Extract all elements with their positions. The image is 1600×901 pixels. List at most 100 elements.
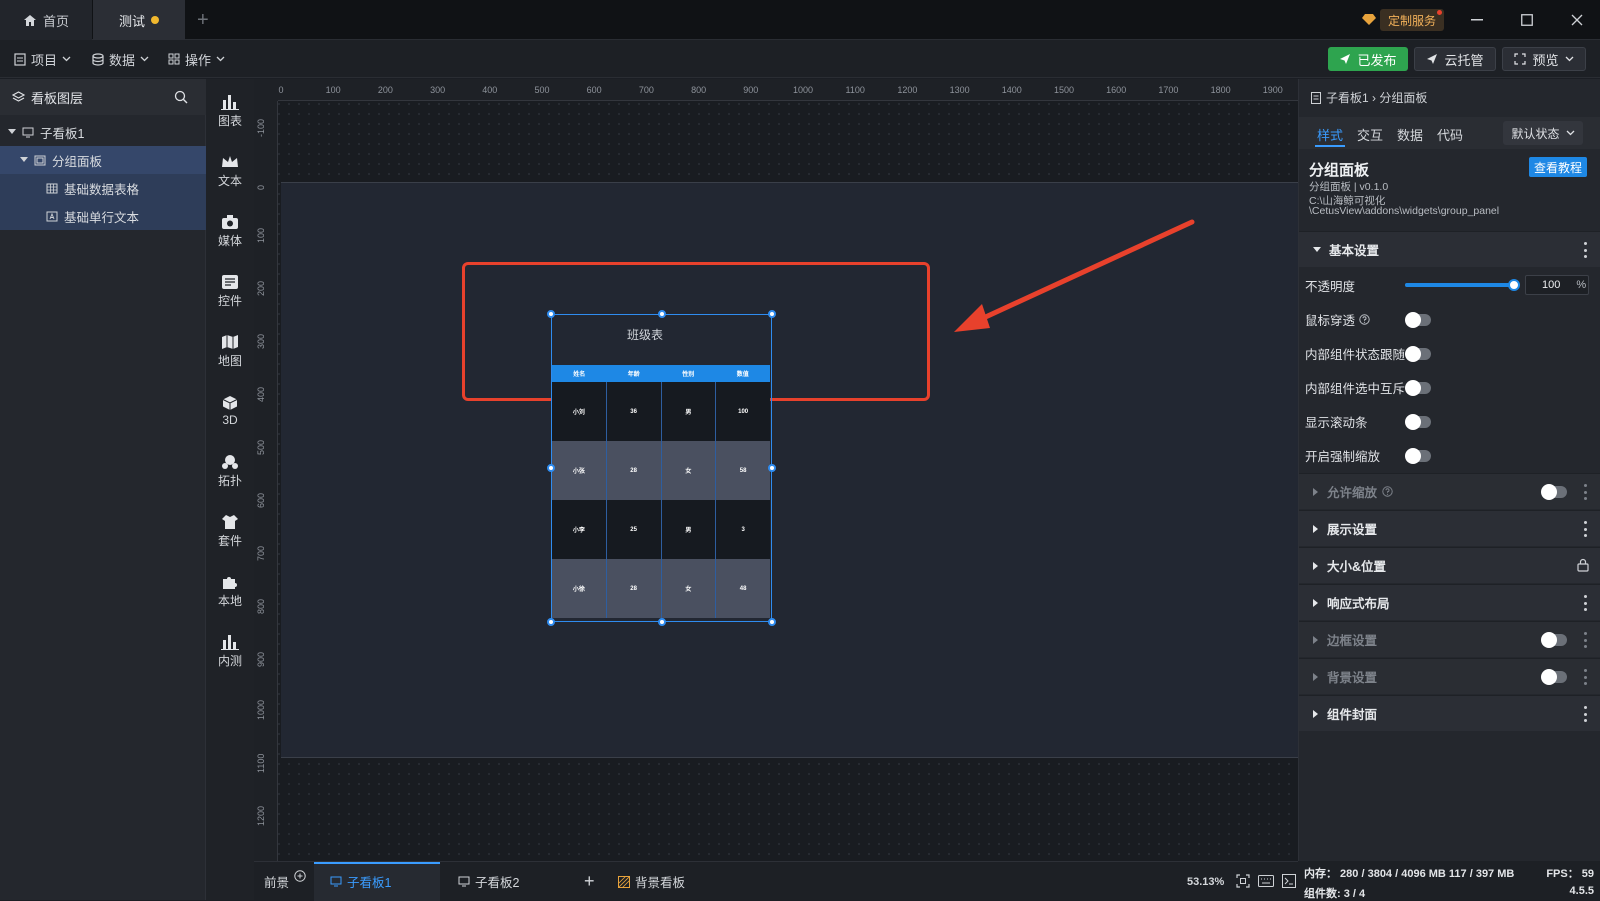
help-icon[interactable] — [1359, 313, 1370, 325]
component-map[interactable]: 地图 — [206, 323, 254, 379]
more-icon[interactable] — [1583, 242, 1587, 258]
component-3d[interactable]: 3D — [206, 383, 254, 439]
layer-item-text[interactable]: 基础单行文本 — [0, 202, 206, 230]
section-size-position[interactable]: 大小&位置 — [1299, 547, 1600, 583]
search-icon[interactable] — [174, 90, 188, 104]
resize-handle-nw[interactable] — [547, 310, 555, 318]
component-text[interactable]: 文本 — [206, 143, 254, 199]
table-cell: 3 — [741, 526, 745, 533]
resize-handle-se[interactable] — [768, 618, 776, 626]
state-select[interactable]: 默认状态 — [1503, 121, 1583, 145]
layer-item-board1[interactable]: 子看板1 — [0, 118, 206, 146]
table-cell: 男 — [662, 382, 717, 441]
tab-test[interactable]: 测试 — [93, 0, 185, 40]
chevron-down-icon — [140, 56, 149, 62]
tab-data[interactable]: 数据 — [1397, 125, 1423, 144]
close-button[interactable] — [1552, 0, 1600, 40]
more-icon[interactable] — [1583, 669, 1587, 685]
keyboard-icon[interactable] — [1258, 875, 1274, 887]
help-icon[interactable] — [1382, 486, 1393, 497]
minimize-button[interactable] — [1452, 0, 1502, 40]
section-basic[interactable]: 基本设置 — [1299, 231, 1600, 267]
maximize-button[interactable] — [1502, 0, 1552, 40]
more-icon[interactable] — [1583, 521, 1587, 537]
component-topology[interactable]: 拓扑 — [206, 443, 254, 499]
menu-project[interactable]: 项目 — [14, 40, 71, 78]
shirt-icon — [221, 514, 239, 530]
cloud-hosting-button[interactable]: 云托管 — [1414, 47, 1496, 71]
terminal-icon[interactable] — [1282, 874, 1296, 888]
more-icon[interactable] — [1583, 595, 1587, 611]
section-display[interactable]: 展示设置 — [1299, 510, 1600, 546]
resize-handle-s[interactable] — [658, 618, 666, 626]
chevron-down-icon — [1566, 130, 1575, 136]
group-panel-widget[interactable]: 班级表 姓名 年龄 性别 数值 小刘 36 男 100 小张 28 女 58 小… — [551, 314, 772, 622]
tab-board1[interactable]: 子看板1 — [330, 862, 391, 901]
ruler-tick-label: 1700 — [1158, 85, 1179, 95]
section-border[interactable]: 边框设置 — [1299, 621, 1600, 657]
menu-data[interactable]: 数据 — [92, 40, 149, 78]
add-circle-icon[interactable] — [294, 870, 306, 882]
component-suite[interactable]: 套件 — [206, 503, 254, 559]
select-exclusive-toggle[interactable] — [1405, 380, 1431, 396]
cloud-hosting-label: 云托管 — [1444, 52, 1484, 68]
resize-handle-e[interactable] — [768, 464, 776, 472]
component-beta[interactable]: 内测 — [206, 623, 254, 679]
preview-label: 预览 — [1532, 52, 1559, 68]
section-background[interactable]: 背景设置 — [1299, 658, 1600, 694]
component-local[interactable]: 本地 — [206, 563, 254, 619]
tab-home[interactable]: 首页 — [0, 0, 92, 40]
section-cover[interactable]: 组件封面 — [1299, 695, 1600, 731]
scrollbar-toggle[interactable] — [1405, 414, 1431, 430]
resize-handle-w[interactable] — [547, 464, 555, 472]
layer-item-table[interactable]: 基础数据表格 — [0, 174, 206, 202]
layer-item-group-panel[interactable]: 分组面板 — [0, 146, 206, 174]
opacity-input[interactable]: 100 % — [1525, 275, 1589, 295]
force-scale-toggle[interactable] — [1405, 448, 1431, 464]
caret-down-icon[interactable] — [20, 157, 28, 163]
section-responsive[interactable]: 响应式布局 — [1299, 584, 1600, 620]
resize-handle-sw[interactable] — [547, 618, 555, 626]
new-tab-button[interactable]: + — [197, 10, 209, 30]
opacity-slider[interactable] — [1405, 283, 1515, 287]
layers-panel: 看板图层 子看板1 分组面板 基础数据表格 基础单行文本 — [0, 79, 206, 900]
component-label: 内测 — [217, 653, 242, 668]
add-board-button[interactable]: + — [584, 862, 595, 901]
tab-background-board[interactable]: 背景看板 — [618, 862, 685, 901]
more-icon[interactable] — [1583, 632, 1587, 648]
component-control[interactable]: 控件 — [206, 263, 254, 319]
table-cell: 28 — [607, 441, 662, 500]
resize-handle-n[interactable] — [658, 310, 666, 318]
menu-operate[interactable]: 操作 — [168, 40, 225, 78]
background-toggle[interactable] — [1541, 669, 1567, 685]
ruler-corner — [254, 79, 278, 101]
tab-style[interactable]: 样式 — [1317, 125, 1343, 144]
custom-service-button[interactable]: 定制服务 — [1380, 9, 1445, 31]
lock-icon[interactable] — [1577, 558, 1589, 572]
tab-interaction[interactable]: 交互 — [1357, 125, 1383, 144]
publish-button[interactable]: 已发布 — [1328, 47, 1408, 71]
fit-screen-icon[interactable] — [1236, 874, 1250, 888]
more-icon[interactable] — [1583, 706, 1587, 722]
state-follow-toggle[interactable] — [1405, 346, 1431, 362]
mouse-through-toggle[interactable] — [1405, 312, 1431, 328]
section-allow-scale[interactable]: 允许缩放 — [1299, 473, 1600, 509]
component-chart[interactable]: 图表 — [206, 83, 254, 139]
border-toggle[interactable] — [1541, 632, 1567, 648]
menu-project-label: 项目 — [31, 52, 58, 68]
foreground-tab[interactable]: 前景 — [264, 862, 289, 901]
publish-label: 已发布 — [1357, 52, 1397, 68]
tab-code[interactable]: 代码 — [1437, 125, 1463, 144]
more-icon[interactable] — [1583, 484, 1587, 500]
allow-scale-toggle[interactable] — [1541, 484, 1567, 500]
resize-handle-ne[interactable] — [768, 310, 776, 318]
caret-down-icon[interactable] — [8, 129, 16, 135]
tutorial-button[interactable]: 查看教程 — [1529, 157, 1587, 177]
background-board-label: 背景看板 — [635, 876, 686, 890]
opacity-slider-thumb[interactable] — [1508, 279, 1520, 291]
preview-button[interactable]: 预览 — [1502, 47, 1586, 71]
component-media[interactable]: 媒体 — [206, 203, 254, 259]
group-icon — [34, 155, 46, 166]
tab-board2[interactable]: 子看板2 — [458, 862, 519, 901]
zoom-level[interactable]: 53.13% — [1187, 862, 1224, 901]
